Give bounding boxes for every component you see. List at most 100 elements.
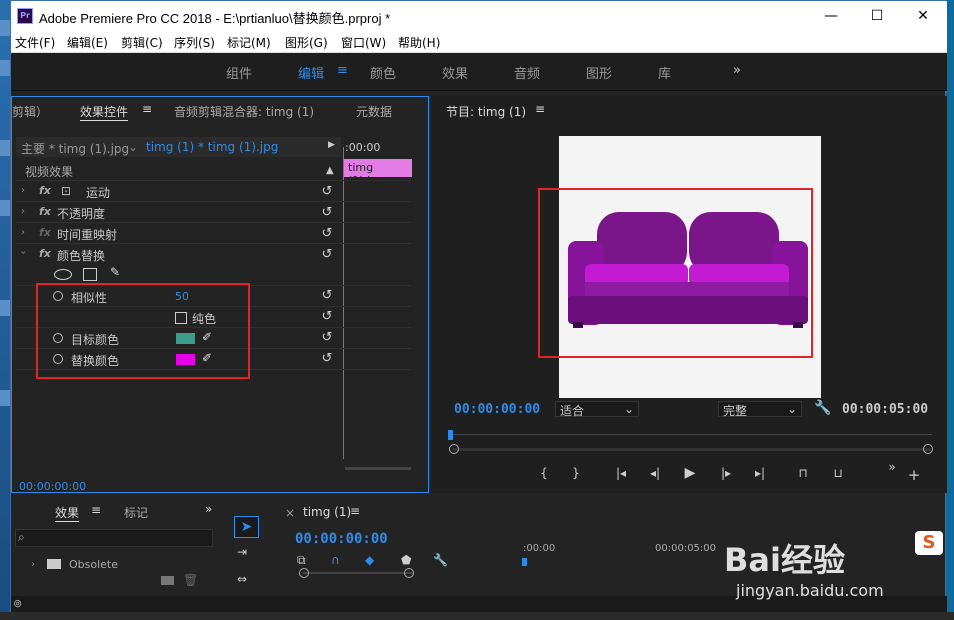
fx-current-time[interactable]: 00:00:00:00 <box>19 480 86 493</box>
reset-icon[interactable]: ↺ <box>320 289 334 303</box>
tab-clip[interactable]: 剪辑） <box>12 103 48 120</box>
fx-clip-bar[interactable]: timg (1).jpg <box>344 159 412 187</box>
extract-icon[interactable]: ⊔ <box>829 466 847 480</box>
menu-marker[interactable]: 标记(M) <box>227 34 271 51</box>
tab-menu-icon[interactable]: ≡ <box>91 503 101 517</box>
play-only-icon[interactable]: ▶ <box>328 140 335 150</box>
panel-menu-icon[interactable]: ≡ <box>535 102 545 116</box>
fx-playhead[interactable] <box>343 147 344 459</box>
workspace-libraries[interactable]: 库 <box>658 63 671 82</box>
close-button[interactable]: ✕ <box>909 5 937 27</box>
fx-badge-icon[interactable]: fx <box>39 205 51 218</box>
timeline-zoom-scrollbar[interactable] <box>303 572 413 574</box>
workspace-menu-icon[interactable]: ≡ <box>337 63 348 78</box>
expand-chevron-icon[interactable]: › <box>21 185 25 196</box>
selection-tool-icon[interactable]: ➤ <box>234 516 259 538</box>
scroll-handle[interactable] <box>404 568 414 578</box>
menu-edit[interactable]: 编辑(E) <box>67 34 108 51</box>
new-bin-icon[interactable] <box>161 576 174 585</box>
master-clip-label[interactable]: 主要 * timg (1).jpg <box>21 140 129 157</box>
workspace-audio[interactable]: 音频 <box>514 63 540 82</box>
minimize-button[interactable]: — <box>817 5 845 27</box>
program-timecode[interactable]: 00:00:00:00 <box>454 402 540 417</box>
tab-menu-icon[interactable]: ≡ <box>142 102 152 116</box>
trash-icon[interactable]: 🗑 <box>183 573 198 587</box>
sogou-ime-icon[interactable]: S <box>915 531 943 555</box>
program-playhead[interactable] <box>448 430 453 440</box>
timeline-timecode[interactable]: 00:00:00:00 <box>295 531 388 547</box>
scroll-handle[interactable] <box>449 444 459 454</box>
effect-time-remap[interactable]: 时间重映射 <box>57 226 117 243</box>
reset-icon[interactable]: ↺ <box>320 248 334 262</box>
expanded-chevron-icon[interactable]: › <box>18 251 29 255</box>
tab-menu-icon[interactable]: ≡ <box>350 504 360 518</box>
fx-badge-icon[interactable]: fx <box>39 184 51 197</box>
tab-effects[interactable]: 效果 <box>55 504 80 522</box>
timeline-tab[interactable]: timg (1) <box>303 505 351 519</box>
fit-dropdown[interactable]: 适合 ⌄ <box>555 401 639 418</box>
wrench-icon[interactable]: 🔧 <box>814 400 831 416</box>
reset-icon[interactable]: ↺ <box>320 331 334 345</box>
step-back-icon[interactable]: ◂| <box>646 466 664 480</box>
tab-metadata[interactable]: 元数据 <box>356 103 392 120</box>
ripple-edit-tool-icon[interactable]: ⇔ <box>237 572 247 586</box>
timeline-playhead[interactable] <box>522 558 527 566</box>
menu-window[interactable]: 窗口(W) <box>341 34 386 51</box>
menu-sequence[interactable]: 序列(S) <box>174 34 215 51</box>
effect-opacity[interactable]: 不透明度 <box>57 205 105 222</box>
scroll-handle[interactable] <box>923 444 933 454</box>
quality-dropdown[interactable]: 完整 ⌄ <box>718 401 802 418</box>
transform-icon[interactable]: ⊡ <box>61 184 71 198</box>
program-title[interactable]: 节目: timg (1) <box>446 103 526 120</box>
mark-out-icon[interactable]: } <box>567 466 585 480</box>
step-forward-icon[interactable]: |▸ <box>717 466 735 480</box>
fx-zoom-scrollbar[interactable] <box>345 467 411 470</box>
workspace-assembly[interactable]: 组件 <box>226 63 252 82</box>
reset-icon[interactable]: ↺ <box>320 185 334 199</box>
close-tab-icon[interactable]: × <box>285 506 295 520</box>
menu-file[interactable]: 文件(F) <box>15 34 55 51</box>
menu-help[interactable]: 帮助(H) <box>398 34 440 51</box>
sequence-clip-label[interactable]: timg (1) * timg (1).jpg <box>146 140 278 154</box>
effects-search-input[interactable]: ⌕ <box>15 529 213 547</box>
expand-chevron-icon[interactable]: › <box>21 206 25 217</box>
maximize-button[interactable]: ☐ <box>863 5 891 27</box>
more-controls-icon[interactable]: » <box>883 460 901 474</box>
add-button-icon[interactable]: + <box>905 466 923 484</box>
expand-chevron-icon[interactable]: › <box>21 227 25 238</box>
workspace-graphics[interactable]: 图形 <box>586 63 612 82</box>
fx-badge-icon[interactable]: fx <box>39 247 51 260</box>
go-to-in-icon[interactable]: |◂ <box>612 466 630 480</box>
scroll-handle[interactable] <box>299 568 309 578</box>
tab-markers[interactable]: 标记 <box>124 504 148 521</box>
wrench-icon[interactable]: 🔧 <box>433 553 448 567</box>
tab-audio-mixer[interactable]: 音频剪辑混合器: timg (1) <box>174 103 314 120</box>
collapse-up-icon[interactable]: ▲ <box>326 165 334 176</box>
effect-color-replace[interactable]: 颜色替换 <box>57 247 105 264</box>
reset-icon[interactable]: ↺ <box>320 227 334 241</box>
add-marker-icon[interactable]: ◆ <box>365 553 374 567</box>
workspace-editing[interactable]: 编辑 <box>298 63 324 82</box>
reset-icon[interactable]: ↺ <box>320 310 334 324</box>
effect-motion[interactable]: 运动 <box>86 184 110 201</box>
tab-effect-controls[interactable]: 效果控件 <box>80 103 129 121</box>
marker-icon[interactable]: ⬟ <box>401 553 411 567</box>
play-icon[interactable]: ▶ <box>681 465 699 481</box>
chevron-down-icon[interactable]: ⌄ <box>128 140 138 154</box>
panel-more-icon[interactable]: » <box>205 502 212 516</box>
workspace-effects[interactable]: 效果 <box>442 63 468 82</box>
track-select-tool-icon[interactable]: ⇥ <box>237 545 247 559</box>
program-zoom-scrollbar[interactable] <box>453 448 931 451</box>
workspace-more-icon[interactable]: » <box>733 63 741 78</box>
reset-icon[interactable]: ↺ <box>320 206 334 220</box>
program-ruler[interactable] <box>448 434 932 435</box>
menu-clip[interactable]: 剪辑(C) <box>121 34 163 51</box>
reset-icon[interactable]: ↺ <box>320 352 334 366</box>
menu-graphics[interactable]: 图形(G) <box>285 34 328 51</box>
lift-icon[interactable]: ⊓ <box>794 466 812 480</box>
linked-selection-icon[interactable]: ∩ <box>331 553 340 567</box>
folder-obsolete[interactable]: Obsolete <box>69 558 118 571</box>
go-to-out-icon[interactable]: ▸| <box>751 466 769 480</box>
expand-chevron-icon[interactable]: › <box>31 559 35 570</box>
mark-in-icon[interactable]: { <box>535 466 553 480</box>
